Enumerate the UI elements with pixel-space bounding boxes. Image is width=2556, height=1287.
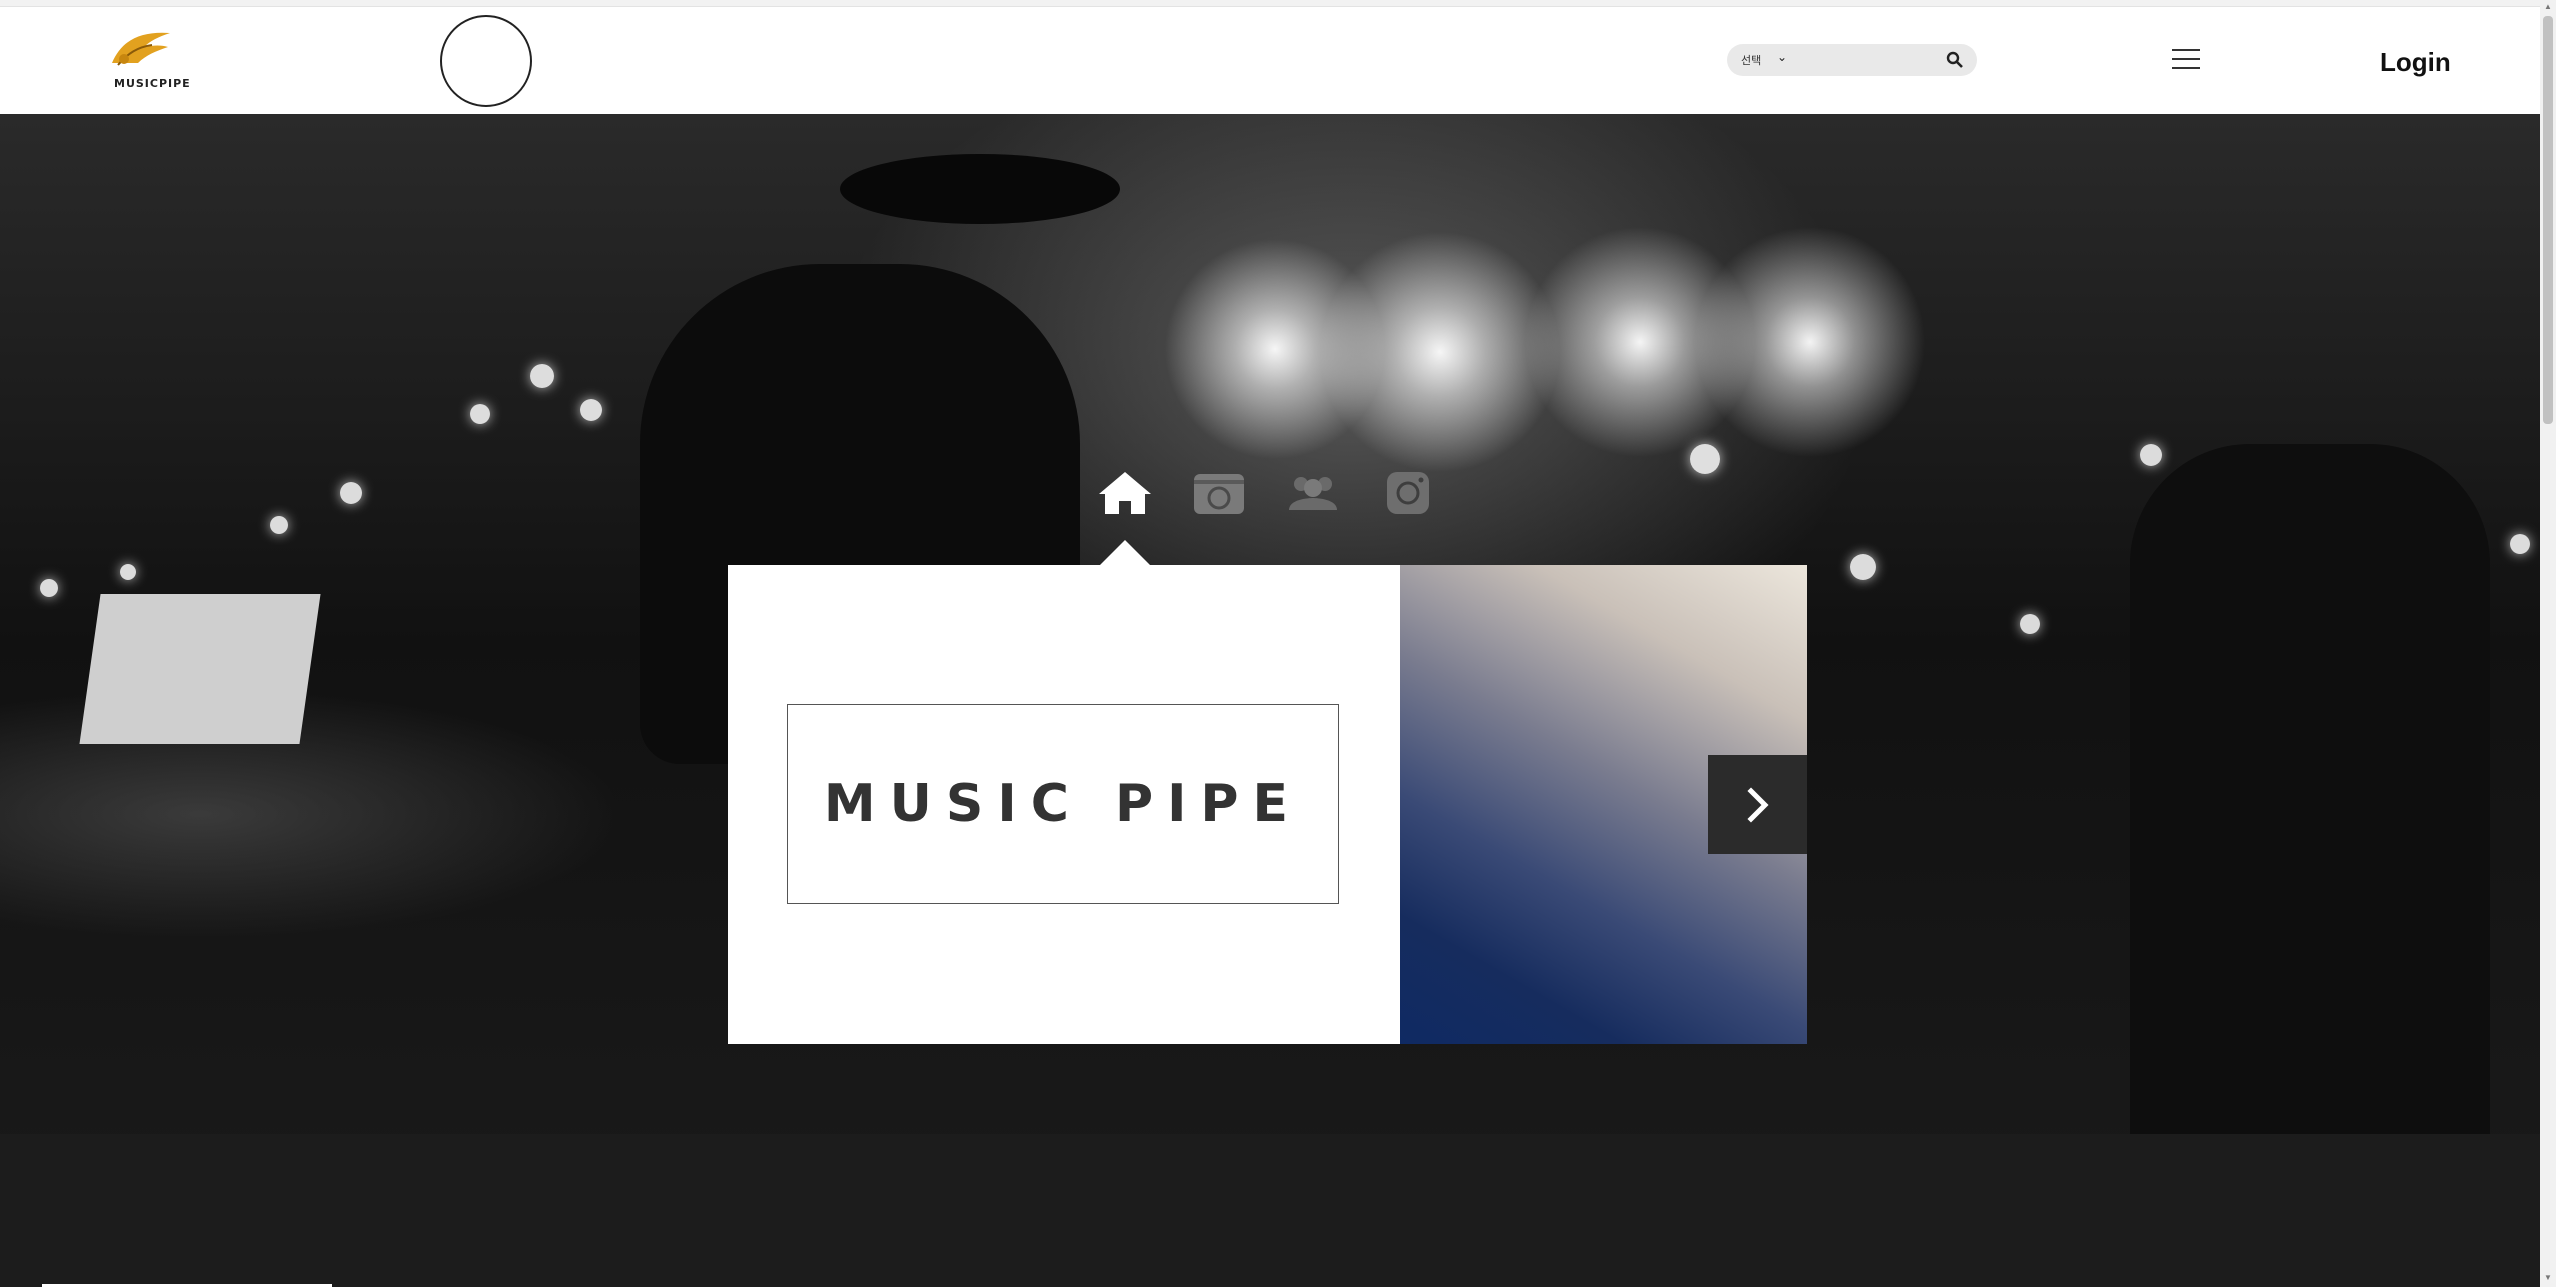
scroll-up-icon[interactable]: ▲	[2544, 2, 2552, 11]
vertical-scrollbar[interactable]: ▲ ▼	[2540, 0, 2556, 1287]
slide-title: MUSIC PIPE	[823, 774, 1303, 834]
profile-circle[interactable]	[440, 15, 532, 107]
hamburger-icon[interactable]	[2172, 49, 2200, 71]
search-bar[interactable]: 선택 ⌄	[1727, 44, 1977, 76]
slide-title-box: MUSIC PIPE	[787, 704, 1339, 904]
site-logo[interactable]: MUSICPIPE	[100, 25, 190, 95]
next-slide-button[interactable]	[1708, 755, 1807, 854]
users-icon[interactable]	[1283, 468, 1343, 518]
logo-wing-icon	[112, 32, 170, 66]
laptop-screen	[79, 594, 321, 744]
active-tab-pointer	[1099, 540, 1151, 566]
home-icon[interactable]	[1095, 468, 1155, 518]
search-icon[interactable]	[1945, 50, 1965, 70]
browser-top-strip	[0, 0, 2540, 7]
search-category-select[interactable]: 선택	[1741, 52, 1761, 68]
chevron-right-icon	[1746, 786, 1769, 823]
scrollbar-thumb[interactable]	[2543, 16, 2553, 424]
instagram-icon[interactable]	[1377, 468, 1437, 518]
stage-floor	[0, 1134, 2540, 1287]
chevron-down-icon: ⌄	[1777, 50, 1788, 64]
scroll-down-icon[interactable]: ▼	[2544, 1273, 2552, 1282]
logo-text: MUSICPIPE	[114, 77, 191, 90]
login-button[interactable]: Login	[2380, 47, 2451, 78]
performer-hat	[840, 154, 1120, 224]
section-tabs	[1095, 468, 1435, 528]
site-header: MUSICPIPE 선택 ⌄ Login	[0, 7, 2540, 114]
camera-icon[interactable]	[1189, 468, 1249, 518]
guitarist-silhouette	[2130, 444, 2490, 1244]
